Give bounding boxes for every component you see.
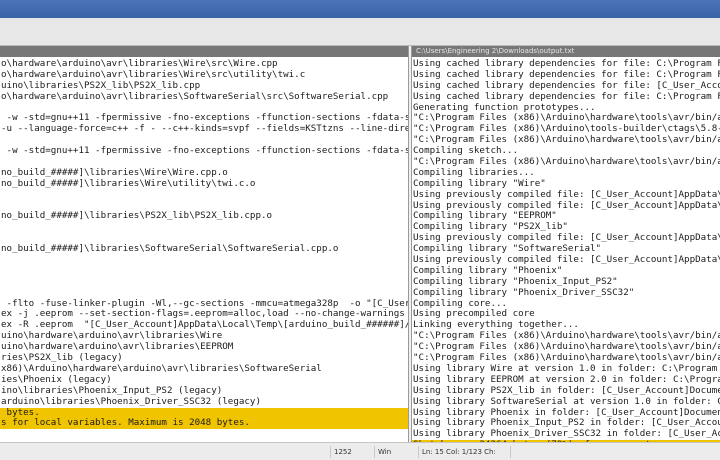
right-editor-pane[interactable]: C:\Users\Engineering 2\Downloads\output.… [411,46,720,442]
left-output-line [0,222,408,233]
left-output-line: ries\PS2X_lib (legacy) [1,353,123,364]
left-output-line [0,135,408,146]
left-output-line [0,201,408,212]
right-output-line: "C:\Program Files (x86)\Arduino\hardware… [413,113,720,124]
right-output-line: Compiling library "EEPROM" [413,211,557,222]
left-output-line [0,277,408,288]
left-output-line: uino\hardware\arduino\avr\libraries\Wire [1,331,223,342]
right-output-line: Using cached library dependencies for fi… [413,91,720,102]
right-output-line: Compiling core... [413,298,508,309]
left-output-line: -flto -fuse-linker-plugin -Wl,--gc-secti… [1,298,408,309]
status-position: 1252 [330,446,374,458]
right-output-line: Compiling libraries... [413,167,535,178]
left-output-line: o\hardware\arduino\avr\libraries\Wire\sr… [1,69,306,80]
right-output-line: Generating function prototypes... [413,102,596,113]
left-output-line [0,190,408,201]
right-output-line: "C:\Program Files (x86)\Arduino\hardware… [413,157,720,168]
left-editor-pane[interactable]: o\hardware\arduino\avr\libraries\Wire\sr… [0,46,409,442]
right-output-line: Using library Phoenix_Driver_SSC32 in fo… [413,429,720,440]
left-output-line: no_build_#####]\libraries\SoftwareSerial… [1,244,339,255]
editor-toolbar-area [0,18,720,46]
left-output-line: uino\libraries\PS2X_lib\PS2X_lib.cpp [1,80,201,91]
left-output-line: o\hardware\arduino\avr\libraries\Softwar… [1,91,389,102]
left-output-line [0,103,408,114]
left-output-line: x86)\Arduino\hardware\arduino\avr\librar… [1,363,322,374]
left-output-line: uino\hardware\arduino\avr\libraries\EEPR… [1,342,234,353]
left-output-line: -w -std=gnu++11 -fpermissive -fno-except… [1,146,408,157]
left-pane-header [0,46,408,57]
right-output-line: Compiling library "Phoenix_Driver_SSC32" [413,287,635,298]
right-output-line: Using previously compiled file: [C_User_… [413,200,720,211]
right-output-line: Using library Wire at version 1.0 in fol… [413,363,718,374]
status-empty [510,446,720,458]
right-output-line: Compiling library "Wire" [413,178,546,189]
right-text-area[interactable]: Using cached library dependencies for fi… [412,57,720,442]
left-output-line [0,255,408,266]
right-output-line: Using library SoftwareSerial at version … [413,396,720,407]
right-output-line: Using library EEPROM at version 2.0 in f… [413,374,720,385]
right-output-line: Using previously compiled file: [C_User_… [413,233,720,244]
right-output-line: Using library Phoenix_Input_PS2 in folde… [413,418,720,429]
left-output-line: ex -j .eeprom --set-section-flags=.eepro… [1,309,405,320]
right-output-line: Using cached library dependencies for fi… [413,80,720,91]
left-output-line: -u --language-force=c++ -f - --c++-kinds… [1,124,408,135]
right-output-line: Using cached library dependencies for fi… [413,69,720,80]
right-output-line: Linking everything together... [413,320,579,331]
right-output-line: Using precompiled core [413,309,535,320]
left-output-line [0,233,408,244]
right-output-line: "C:\Program Files (x86)\Arduino\tools-bu… [413,124,720,135]
right-output-line: "C:\Program Files (x86)\Arduino\hardware… [413,342,720,353]
right-output-line: Using previously compiled file: [C_User_… [413,189,720,200]
right-output-line: Using cached library dependencies for fi… [413,59,720,69]
right-output-line: Compiling library "Phoenix_Input_PS2" [413,276,618,287]
left-output-line: ies\Phoenix (legacy) [1,374,112,385]
status-encoding: Win [374,446,414,458]
right-output-line: Using library Phoenix in folder: [C_User… [413,407,720,418]
window-title-bar [0,0,720,18]
left-output-line: no_build_#####]\libraries\Wire\utility\t… [1,178,256,189]
left-text-area[interactable]: o\hardware\arduino\avr\libraries\Wire\sr… [0,57,408,430]
right-output-line: Compiling sketch... [413,146,519,157]
left-output-line: ino\libraries\Phoenix_Input_PS2 (legacy) [1,385,223,396]
left-output-line [0,157,408,168]
right-output-line: Using previously compiled file: [C_User_… [413,255,720,266]
right-output-line: "C:\Program Files (x86)\Arduino\hardware… [413,135,720,146]
right-pane-path: C:\Users\Engineering 2\Downloads\output.… [412,46,720,57]
status-bar: 1252 Win Ln: 15 Col: 1/123 Ch: 1/123 [0,442,720,460]
right-output-line: Compiling library "Phoenix" [413,265,563,276]
right-output-line: "C:\Program Files (x86)\Arduino\hardware… [413,331,720,342]
left-output-line: arduino\libraries\Phoenix_Driver_SSC32 (… [1,396,261,407]
right-output-line: Compiling library "SoftwareSerial" [413,244,602,255]
right-output-line: "C:\Program Files (x86)\Arduino\hardware… [413,353,720,364]
left-output-line: no_build_#####]\libraries\PS2X_lib\PS2X_… [1,211,273,222]
left-output-line: o\hardware\arduino\avr\libraries\Wire\sr… [1,59,278,69]
left-output-line: -w -std=gnu++11 -fpermissive -fno-except… [1,113,408,124]
right-output-line: Compiling library "PS2X_lib" [413,222,568,233]
left-output-line: bytes. [0,407,408,419]
left-output-line: ex -R .eeprom "[C_User_Account]AppData\L… [1,320,408,331]
right-output-line: Using library PS2X_lib in folder: [C_Use… [413,385,720,396]
status-cursor: Ln: 15 Col: 1/123 Ch: 1/123 [418,446,508,458]
left-output-line [0,288,408,299]
left-output-line [0,266,408,277]
left-output-line: no_build_#####]\libraries\Wire\Wire.cpp.… [1,167,228,178]
left-output-line: s for local variables. Maximum is 2048 b… [0,418,408,430]
